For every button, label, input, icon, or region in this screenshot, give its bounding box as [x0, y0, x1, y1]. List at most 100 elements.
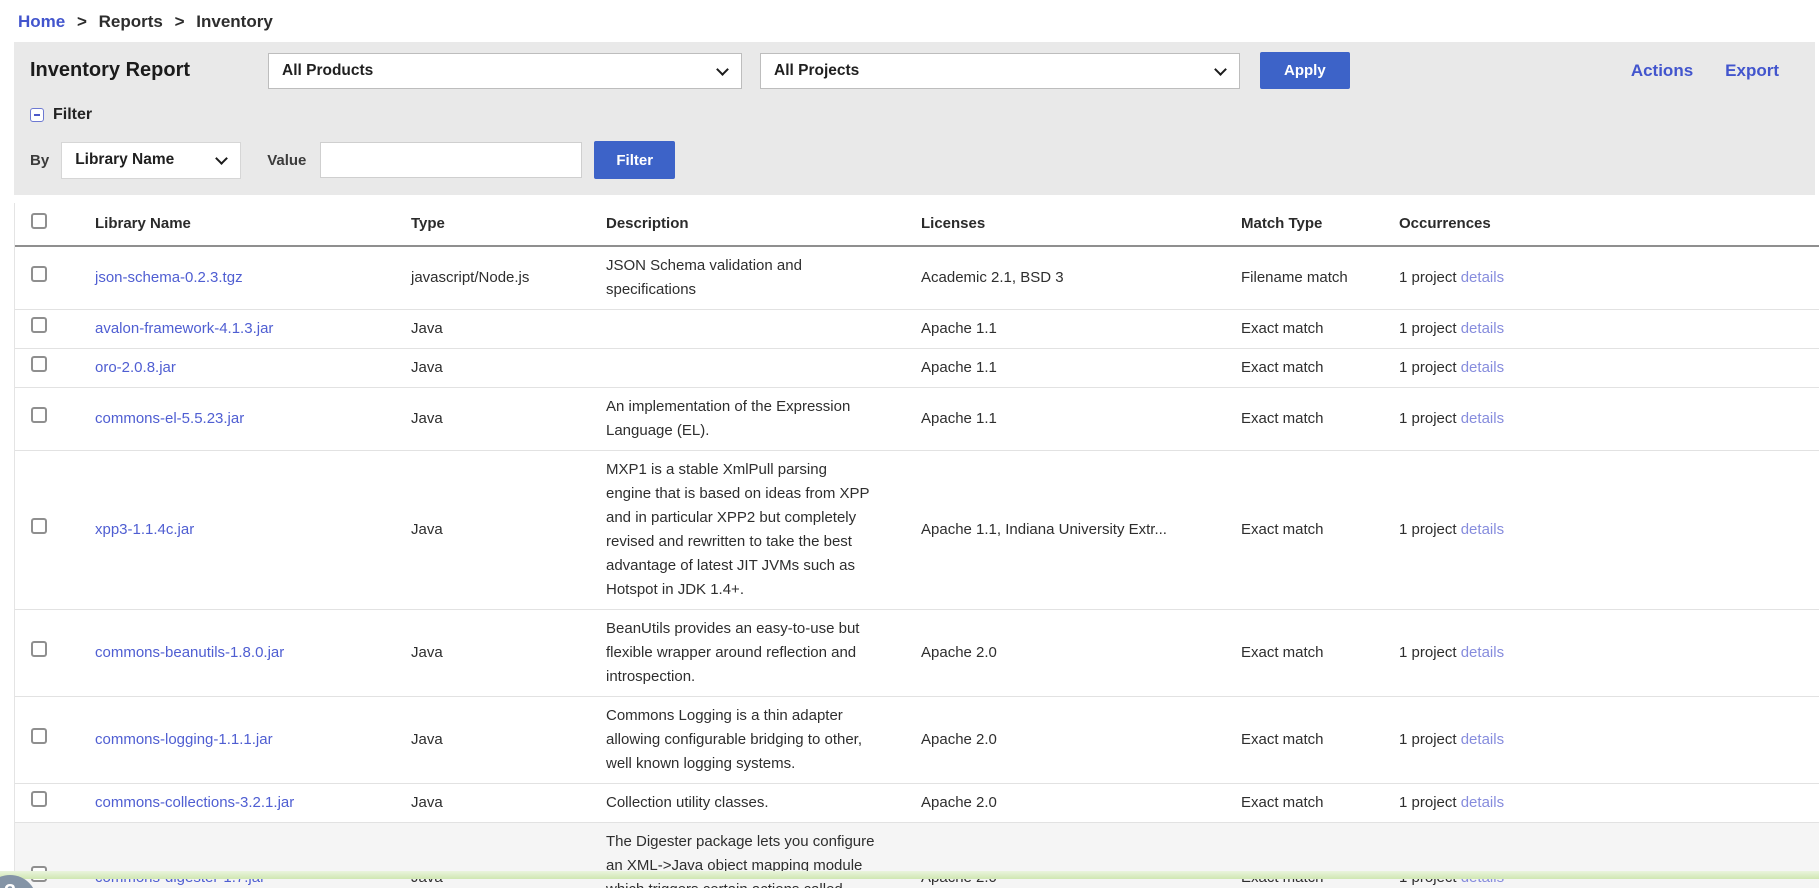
- type-cell: Java: [411, 388, 606, 451]
- details-link[interactable]: details: [1461, 644, 1504, 661]
- column-header-match-type: Match Type: [1241, 203, 1399, 246]
- row-checkbox[interactable]: [31, 266, 47, 282]
- match-type-cell: Exact match: [1241, 784, 1399, 823]
- occurrences-text: 1 project: [1399, 794, 1457, 811]
- bottom-progress-strip: [0, 871, 1819, 879]
- details-link[interactable]: details: [1461, 320, 1504, 337]
- actions-link[interactable]: Actions: [1631, 61, 1693, 81]
- match-type-cell: Exact match: [1241, 310, 1399, 349]
- description-cell: An implementation of the Expression Lang…: [606, 388, 921, 451]
- type-cell: Java: [411, 451, 606, 610]
- occurrences-text: 1 project: [1399, 521, 1457, 538]
- description-cell: [606, 310, 921, 349]
- filter-value-input[interactable]: [320, 142, 582, 178]
- row-checkbox[interactable]: [31, 518, 47, 534]
- occurrences-text: 1 project: [1399, 410, 1457, 427]
- library-name-link[interactable]: commons-logging-1.1.1.jar: [95, 731, 273, 748]
- filter-by-select-value: Library Name: [75, 151, 174, 169]
- breadcrumb-reports: Reports: [99, 12, 163, 31]
- licenses-cell: Apache 1.1: [921, 388, 1241, 451]
- spacer-cell: [1711, 310, 1819, 349]
- licenses-cell: Apache 1.1: [921, 349, 1241, 388]
- filter-by-select[interactable]: Library Name: [61, 142, 241, 179]
- match-type-cell: Exact match: [1241, 349, 1399, 388]
- row-checkbox[interactable]: [31, 407, 47, 423]
- row-checkbox[interactable]: [31, 791, 47, 807]
- chevron-down-icon: [716, 63, 729, 76]
- spacer-cell: [1711, 349, 1819, 388]
- breadcrumb-home-link[interactable]: Home: [18, 12, 65, 31]
- library-name-link[interactable]: json-schema-0.2.3.tgz: [95, 269, 243, 286]
- filter-section-header: Filter: [30, 103, 1779, 127]
- table-row: xpp3-1.1.4c.jar Java MXP1 is a stable Xm…: [15, 451, 1819, 610]
- report-toolbar-panel: Inventory Report All Products All Projec…: [14, 42, 1815, 195]
- spacer-cell: [1711, 388, 1819, 451]
- details-link[interactable]: details: [1461, 269, 1504, 286]
- details-link[interactable]: details: [1461, 359, 1504, 376]
- match-type-cell: Exact match: [1241, 451, 1399, 610]
- table-row: commons-logging-1.1.1.jar Java Commons L…: [15, 697, 1819, 784]
- filter-controls: By Library Name Value Filter: [30, 141, 1779, 179]
- toolbar-links: Actions Export: [1631, 61, 1779, 81]
- match-type-cell: Exact match: [1241, 388, 1399, 451]
- licenses-cell: Apache 2.0: [921, 610, 1241, 697]
- type-cell: Java: [411, 784, 606, 823]
- collapse-minus-icon[interactable]: [30, 108, 44, 122]
- type-cell: Java: [411, 349, 606, 388]
- filter-section-label: Filter: [53, 106, 92, 124]
- details-link[interactable]: details: [1461, 410, 1504, 427]
- licenses-cell: Apache 2.0: [921, 784, 1241, 823]
- library-name-link[interactable]: oro-2.0.8.jar: [95, 359, 176, 376]
- spacer-cell: [1711, 784, 1819, 823]
- page-title: Inventory Report: [30, 59, 268, 82]
- spacer-cell: [1711, 246, 1819, 310]
- occurrences-text: 1 project: [1399, 269, 1457, 286]
- library-name-link[interactable]: commons-beanutils-1.8.0.jar: [95, 644, 284, 661]
- match-type-cell: Filename match: [1241, 246, 1399, 310]
- filter-button[interactable]: Filter: [594, 141, 675, 179]
- library-name-link[interactable]: xpp3-1.1.4c.jar: [95, 521, 194, 538]
- details-link[interactable]: details: [1461, 521, 1504, 538]
- description-cell: [606, 349, 921, 388]
- product-select-value: All Products: [282, 62, 373, 80]
- row-checkbox[interactable]: [31, 641, 47, 657]
- licenses-cell: Apache 1.1: [921, 310, 1241, 349]
- inventory-report-page: Home > Reports > Inventory Inventory Rep…: [0, 0, 1819, 888]
- library-name-link[interactable]: avalon-framework-4.1.3.jar: [95, 320, 273, 337]
- description-cell: MXP1 is a stable XmlPull parsing engine …: [606, 451, 921, 610]
- table-header-row: Library Name Type Description Licenses M…: [15, 203, 1819, 246]
- project-select[interactable]: All Projects: [760, 53, 1240, 89]
- select-all-checkbox[interactable]: [31, 213, 47, 229]
- table-row: commons-collections-3.2.1.jar Java Colle…: [15, 784, 1819, 823]
- type-cell: Java: [411, 610, 606, 697]
- description-cell: JSON Schema validation and specification…: [606, 246, 921, 310]
- licenses-cell: Apache 2.0: [921, 697, 1241, 784]
- apply-button[interactable]: Apply: [1260, 52, 1350, 89]
- library-name-link[interactable]: commons-collections-3.2.1.jar: [95, 794, 294, 811]
- library-name-link[interactable]: commons-el-5.5.23.jar: [95, 410, 244, 427]
- row-checkbox[interactable]: [31, 728, 47, 744]
- breadcrumb-separator: >: [175, 12, 185, 31]
- inventory-table-body: json-schema-0.2.3.tgz javascript/Node.js…: [15, 246, 1819, 888]
- occurrences-text: 1 project: [1399, 731, 1457, 748]
- row-checkbox[interactable]: [31, 356, 47, 372]
- table-row: json-schema-0.2.3.tgz javascript/Node.js…: [15, 246, 1819, 310]
- licenses-cell: Apache 1.1, Indiana University Extr...: [921, 451, 1241, 610]
- column-header-description: Description: [606, 203, 921, 246]
- description-cell: Commons Logging is a thin adapter allowi…: [606, 697, 921, 784]
- spacer-cell: [1711, 451, 1819, 610]
- filter-by-label: By: [30, 152, 49, 169]
- row-checkbox[interactable]: [31, 317, 47, 333]
- table-row: avalon-framework-4.1.3.jar Java Apache 1…: [15, 310, 1819, 349]
- column-header-spacer: [1711, 203, 1819, 246]
- project-select-value: All Projects: [774, 62, 859, 80]
- export-link[interactable]: Export: [1725, 61, 1779, 81]
- chevron-down-icon: [1214, 63, 1227, 76]
- product-select[interactable]: All Products: [268, 53, 742, 89]
- details-link[interactable]: details: [1461, 731, 1504, 748]
- table-row: oro-2.0.8.jar Java Apache 1.1 Exact matc…: [15, 349, 1819, 388]
- details-link[interactable]: details: [1461, 794, 1504, 811]
- inventory-table: Library Name Type Description Licenses M…: [15, 203, 1819, 888]
- table-row: commons-el-5.5.23.jar Java An implementa…: [15, 388, 1819, 451]
- toolbar-row: Inventory Report All Products All Projec…: [30, 52, 1779, 89]
